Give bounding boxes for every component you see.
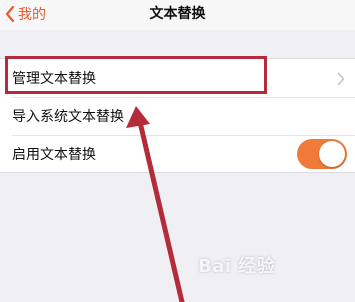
page-title: 文本替换 [149,6,206,22]
toggle-knob [319,141,345,167]
import-system-text-replacement-row[interactable]: 导入系统文本替换 [0,97,355,135]
baidu-watermark: Bai 经验 [198,256,276,277]
enable-text-replacement-label: 启用文本替换 [12,147,96,163]
enable-text-replacement-row: 启用文本替换 [0,135,355,173]
chevron-right-icon [337,71,345,86]
navigation-bar: 我的 文本替换 [0,0,355,30]
enable-text-replacement-toggle[interactable] [297,139,347,169]
annotation-highlight-box [5,56,267,94]
import-system-text-replacement-label: 导入系统文本替换 [12,109,124,125]
